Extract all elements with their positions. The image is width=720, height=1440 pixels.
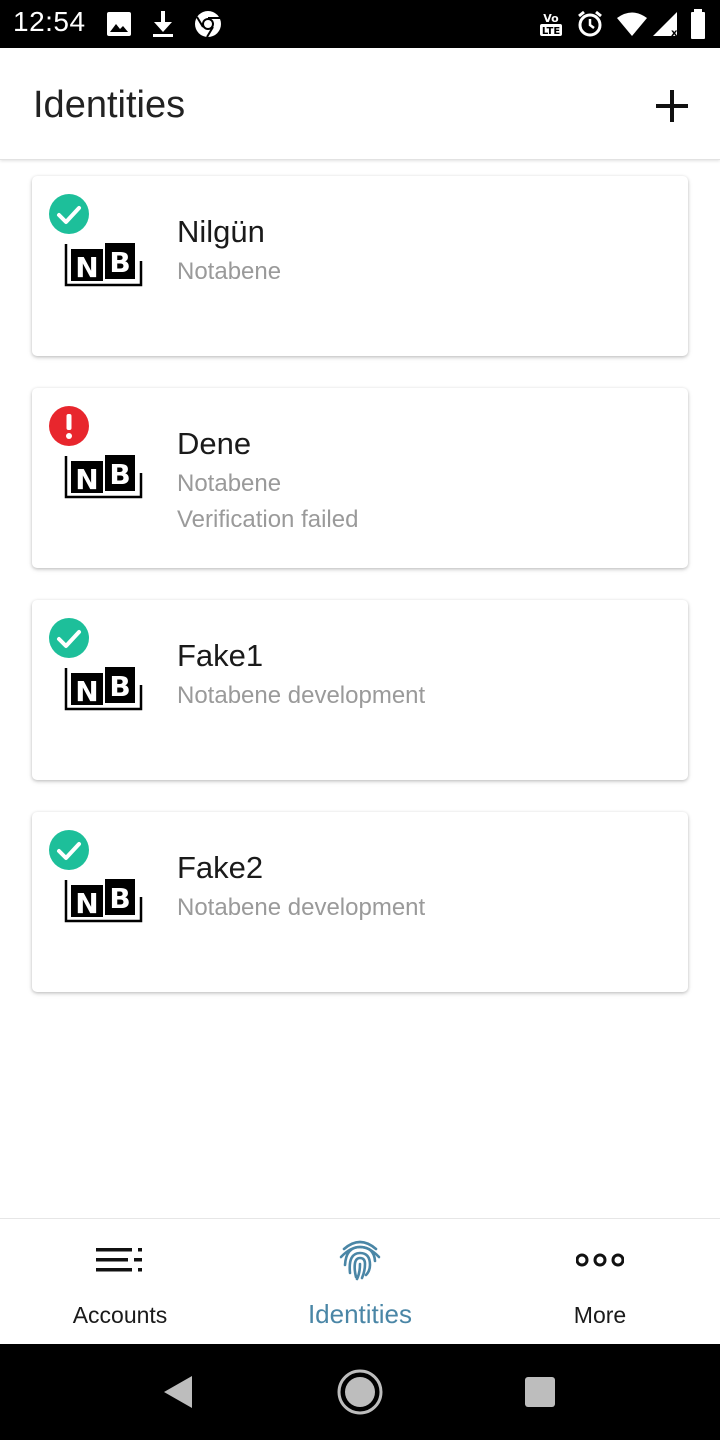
svg-text:x: x [671, 28, 678, 37]
check-circle-icon [49, 194, 89, 234]
svg-text:N: N [75, 251, 98, 284]
image-icon [107, 12, 131, 36]
volte-icon: Vo LTE [540, 12, 562, 37]
nav-label-identities: Identities [307, 1299, 413, 1329]
page-title: Identities [33, 84, 186, 126]
svg-text:Vo: Vo [543, 12, 559, 25]
identity-card[interactable]: N B Nilgün Notabene [32, 176, 688, 356]
identity-name: Nilgün [177, 214, 265, 249]
nav-item-more[interactable]: More [480, 1219, 720, 1345]
check-circle-icon [49, 618, 89, 658]
plus-icon[interactable] [652, 86, 692, 126]
notabene-logo: N B [64, 455, 143, 499]
identity-card[interactable]: N B Dene Notabene Verification failed [32, 388, 688, 568]
identity-name: Fake1 [177, 638, 264, 673]
svg-text:B: B [109, 882, 130, 915]
list-icon [96, 1248, 142, 1272]
nav-label-more: More [573, 1302, 627, 1328]
check-circle-icon [49, 830, 89, 870]
back-icon[interactable] [160, 1374, 196, 1410]
notabene-logo: N B [64, 243, 143, 287]
signal-icon: x [653, 12, 678, 37]
alarm-icon [578, 10, 602, 37]
identity-issuer: Notabene development [177, 894, 426, 921]
download-icon [153, 11, 173, 37]
identity-issuer: Notabene development [177, 682, 426, 709]
bottom-nav: Accounts Identities More [0, 1218, 720, 1344]
svg-text:B: B [109, 670, 130, 703]
nav-label-accounts: Accounts [72, 1302, 168, 1328]
notabene-logo: N B [64, 667, 143, 711]
identity-card[interactable]: N B Fake2 Notabene development [32, 812, 688, 992]
notabene-logo: N B [64, 879, 143, 923]
svg-text:N: N [75, 463, 98, 496]
svg-text:N: N [75, 675, 98, 708]
nav-item-accounts[interactable]: Accounts [0, 1219, 240, 1345]
home-icon[interactable] [336, 1368, 384, 1416]
identity-issuer: Notabene [177, 470, 282, 497]
battery-icon [691, 9, 705, 39]
status-time: 12:54 [13, 6, 86, 37]
svg-text:N: N [75, 887, 98, 920]
svg-text:LTE: LTE [542, 26, 561, 37]
identity-issuer: Notabene [177, 258, 282, 285]
recents-icon[interactable] [524, 1376, 556, 1408]
nav-item-identities[interactable]: Identities [240, 1219, 480, 1345]
identity-card[interactable]: N B Fake1 Notabene development [32, 600, 688, 780]
verification-status: Verification failed [177, 506, 359, 533]
svg-text:B: B [109, 246, 130, 279]
system-nav-bar [0, 1344, 720, 1440]
svg-text:B: B [109, 458, 130, 491]
wifi-icon [617, 12, 647, 36]
chrome-icon [195, 11, 221, 38]
app-bar: Identities [0, 48, 720, 160]
identity-name: Dene [177, 426, 252, 461]
status-bar: 12:54 Vo LTE x [0, 0, 720, 48]
more-icon [576, 1253, 624, 1267]
fingerprint-icon [339, 1240, 381, 1281]
identity-name: Fake2 [177, 850, 264, 885]
error-icon [49, 406, 89, 446]
